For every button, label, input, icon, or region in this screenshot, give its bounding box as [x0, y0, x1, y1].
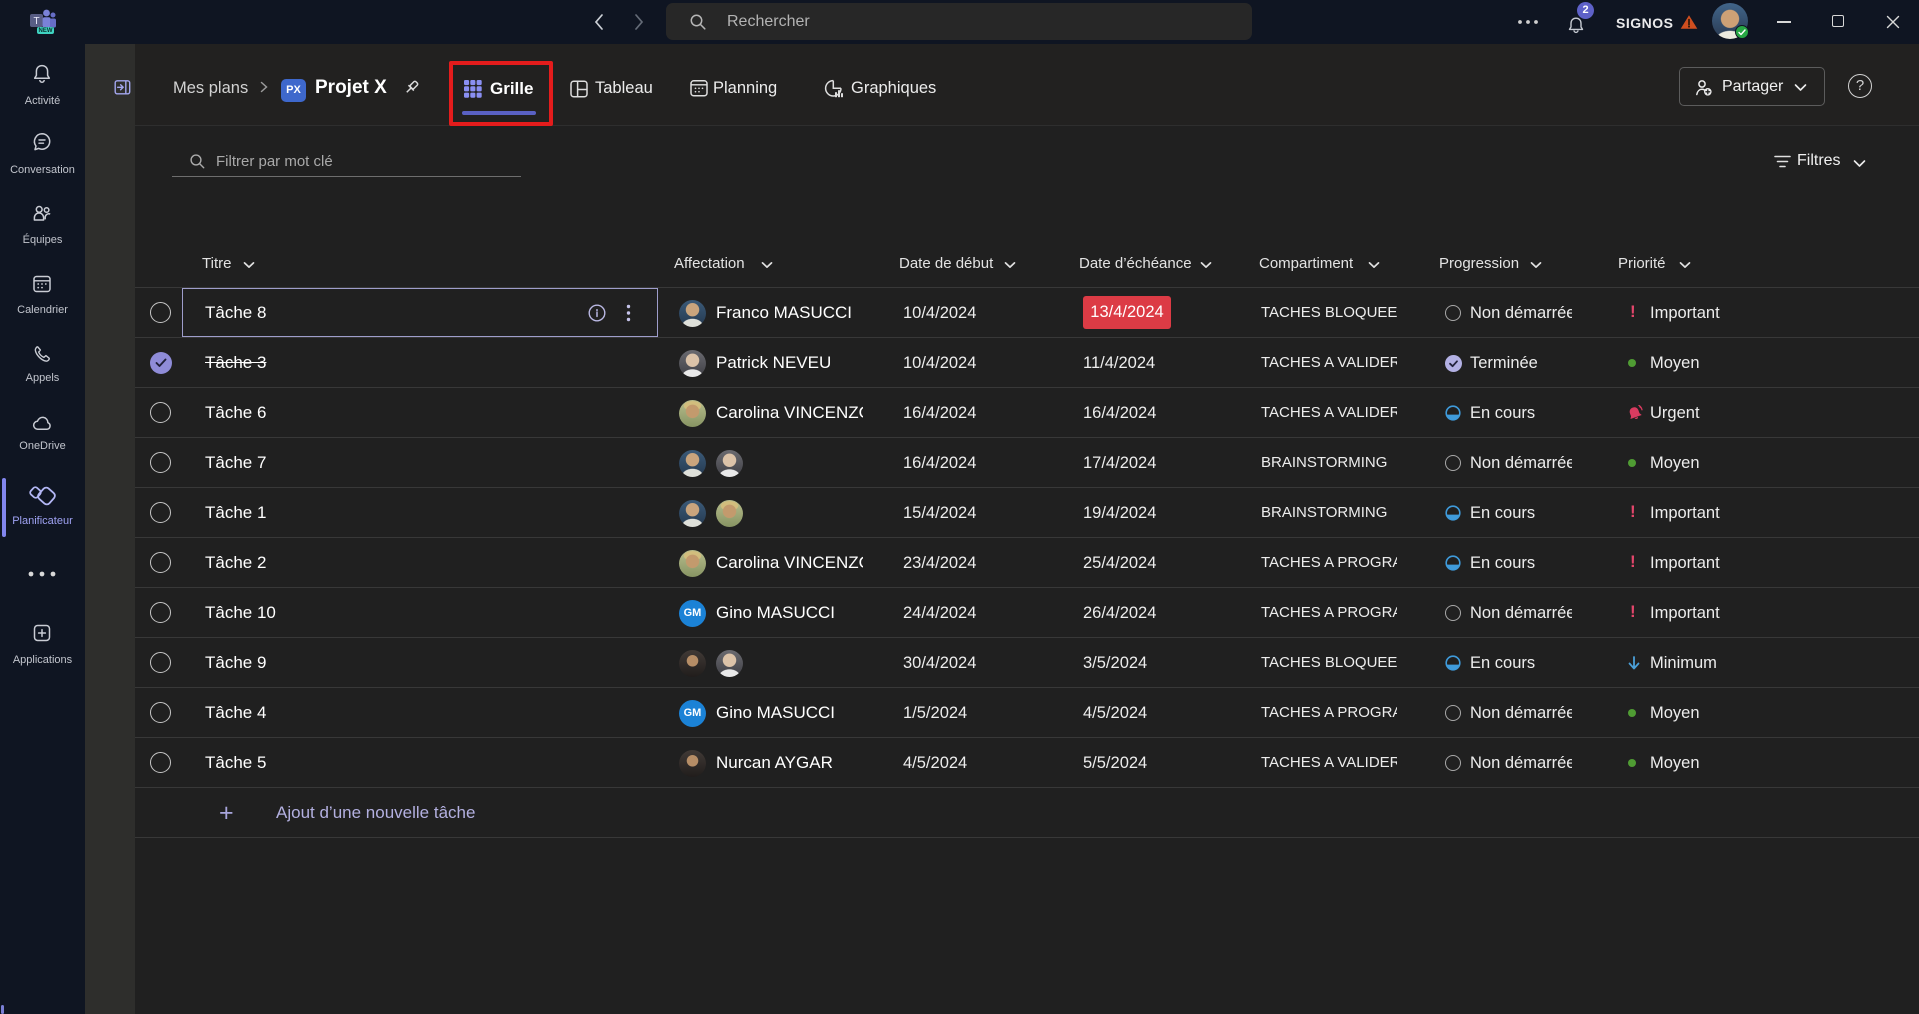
svg-text:T: T [33, 16, 39, 27]
